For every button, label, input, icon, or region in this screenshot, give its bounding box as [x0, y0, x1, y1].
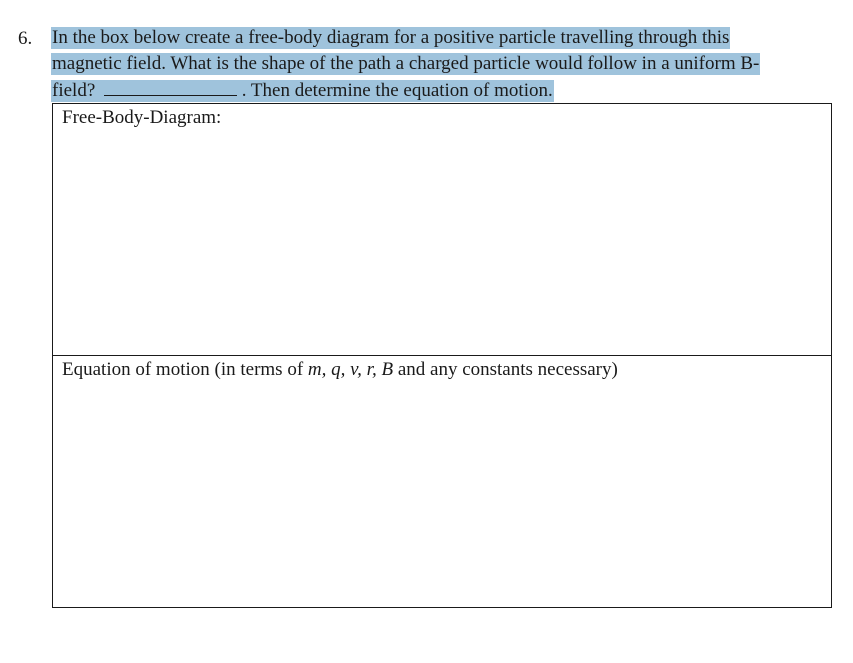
free-body-diagram-area[interactable] [53, 132, 831, 352]
var-q: q, [331, 359, 346, 380]
equation-of-motion-area[interactable] [53, 384, 831, 607]
question-line-3: field? . Then determine the equation of … [51, 78, 554, 102]
var-B: B [381, 359, 394, 380]
question-line-1: In the box below create a free-body diag… [51, 26, 731, 49]
equation-of-motion-label: Equation of motion (in terms of m, q, v,… [62, 359, 618, 381]
answer-box: Free-Body-Diagram: Equation of motion (i… [52, 103, 832, 608]
question-number: 6. [18, 28, 33, 49]
var-v: v, [350, 359, 362, 380]
highlighted-text-part: field? . Then determine the equation of … [51, 80, 554, 102]
highlighted-text: magnetic field. What is the shape of the… [51, 53, 761, 75]
highlighted-text: In the box below create a free-body diag… [51, 27, 731, 49]
then-text: . Then determine the equation of motion. [241, 80, 553, 101]
field-text: field? [52, 80, 96, 101]
path-shape-answer-blank[interactable] [104, 78, 238, 96]
var-m: m, [307, 359, 327, 380]
free-body-diagram-label: Free-Body-Diagram: [62, 107, 222, 128]
eom-suffix: and any constants necessary) [393, 359, 618, 380]
var-r: r, [366, 359, 377, 380]
eom-prefix: Equation of motion (in terms of [62, 359, 308, 380]
question-line-2: magnetic field. What is the shape of the… [51, 52, 761, 75]
box-divider [53, 355, 831, 356]
